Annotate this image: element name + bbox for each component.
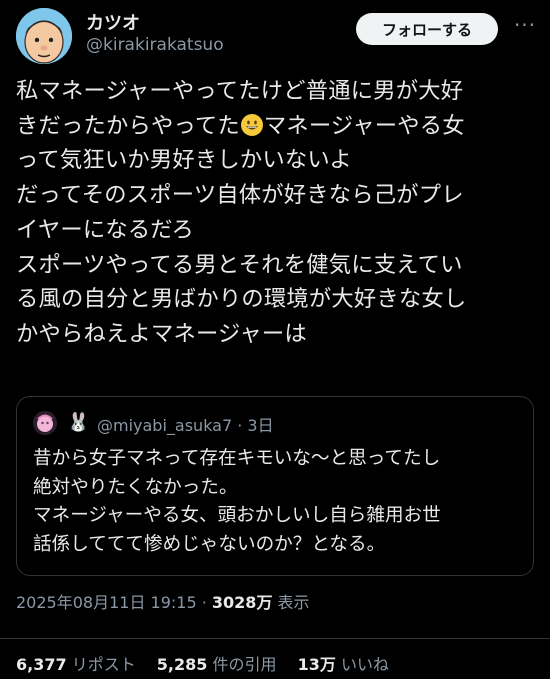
tweet-text-line: イヤーになるだろ xyxy=(16,216,194,243)
view-count: 3028万 xyxy=(211,593,273,612)
tweet-text-line: って気狂いか男好きしかいないよ xyxy=(16,147,352,174)
tweet-text-line: る風の自分と男ばかりの環境が大好きな女し xyxy=(16,286,467,313)
follow-button[interactable]: フォローする xyxy=(356,13,498,45)
pink-character-icon xyxy=(33,411,57,435)
like-count-link[interactable]: 13万 いいね xyxy=(298,655,389,674)
quote-count: 5,285 xyxy=(156,655,208,674)
divider xyxy=(0,638,550,639)
view-count-label: 表示 xyxy=(272,593,310,612)
repost-label: リポスト xyxy=(66,655,136,674)
quoted-handle[interactable]: @miyabi_asuka7 · 3日 xyxy=(97,412,274,436)
quoted-text-line: 絶対やりたくなかった。 xyxy=(33,476,238,498)
display-name[interactable]: カツオ xyxy=(86,9,140,35)
like-label: いいね xyxy=(335,655,389,674)
rabbit-emoji-icon: 🐰 xyxy=(67,412,90,433)
cartoon-face-icon xyxy=(16,8,72,64)
quoted-avatar[interactable] xyxy=(33,411,57,435)
repost-count: 6,377 xyxy=(16,655,67,674)
tweet-text-line: だってそのスポーツ自体が好きなら己がプレ xyxy=(16,182,464,209)
tweet-header: カツオ @kirakirakatsuo フォローする ··· xyxy=(0,0,550,70)
quote-count-link[interactable]: 5,285 件の引用 xyxy=(157,655,277,674)
like-count: 13万 xyxy=(297,655,336,674)
tweet-text-segment: きだったからやってた xyxy=(16,112,240,139)
tweet-text-line: きだったからやってた マネージャーやる女 xyxy=(16,109,536,144)
tweet-text-line: スポーツやってる男とそれを健気に支えてい xyxy=(16,251,463,278)
quoted-text: 昔から女子マネって存在キモいな〜と思ってたし 絶対やりたくなかった。 マネージャ… xyxy=(33,445,523,559)
quote-label: 件の引用 xyxy=(207,655,277,674)
tweet-text: 私マネージャーやってたけど普通に男が大好 きだったからやってた マネージャーやる女… xyxy=(16,74,536,352)
repost-count-link[interactable]: 6,377 リポスト xyxy=(16,655,136,674)
more-options-icon[interactable]: ··· xyxy=(510,15,540,40)
tweet-meta: 2025年08月11日 19:15 · 3028万 表示 xyxy=(16,589,310,613)
avatar[interactable] xyxy=(16,8,72,64)
quoted-tweet[interactable]: 🐰 @miyabi_asuka7 · 3日 昔から女子マネって存在キモいな〜と思… xyxy=(16,396,534,576)
timestamp[interactable]: 2025年08月11日 19:15 · xyxy=(16,593,212,612)
quoted-text-line: マネージャーやる女、頭おかしいし自ら雑用お世 xyxy=(33,505,441,527)
quoted-text-line: 昔から女子マネって存在キモいな〜と思ってたし xyxy=(33,448,441,469)
grinning-face-emoji-icon xyxy=(240,113,263,136)
user-handle[interactable]: @kirakirakatsuo xyxy=(86,35,224,55)
quoted-text-line: 話係しててて惨めじゃないのか？となる。 xyxy=(33,533,386,555)
tweet-text-line: かやらねえよマネージャーは xyxy=(16,320,307,347)
tweet-text-line: 私マネージャーやってたけど普通に男が大好 xyxy=(16,78,464,104)
engagement-stats: 6,377 リポスト 5,285 件の引用 13万 いいね xyxy=(16,651,405,675)
tweet-text-segment: マネージャーやる女 xyxy=(263,112,465,139)
